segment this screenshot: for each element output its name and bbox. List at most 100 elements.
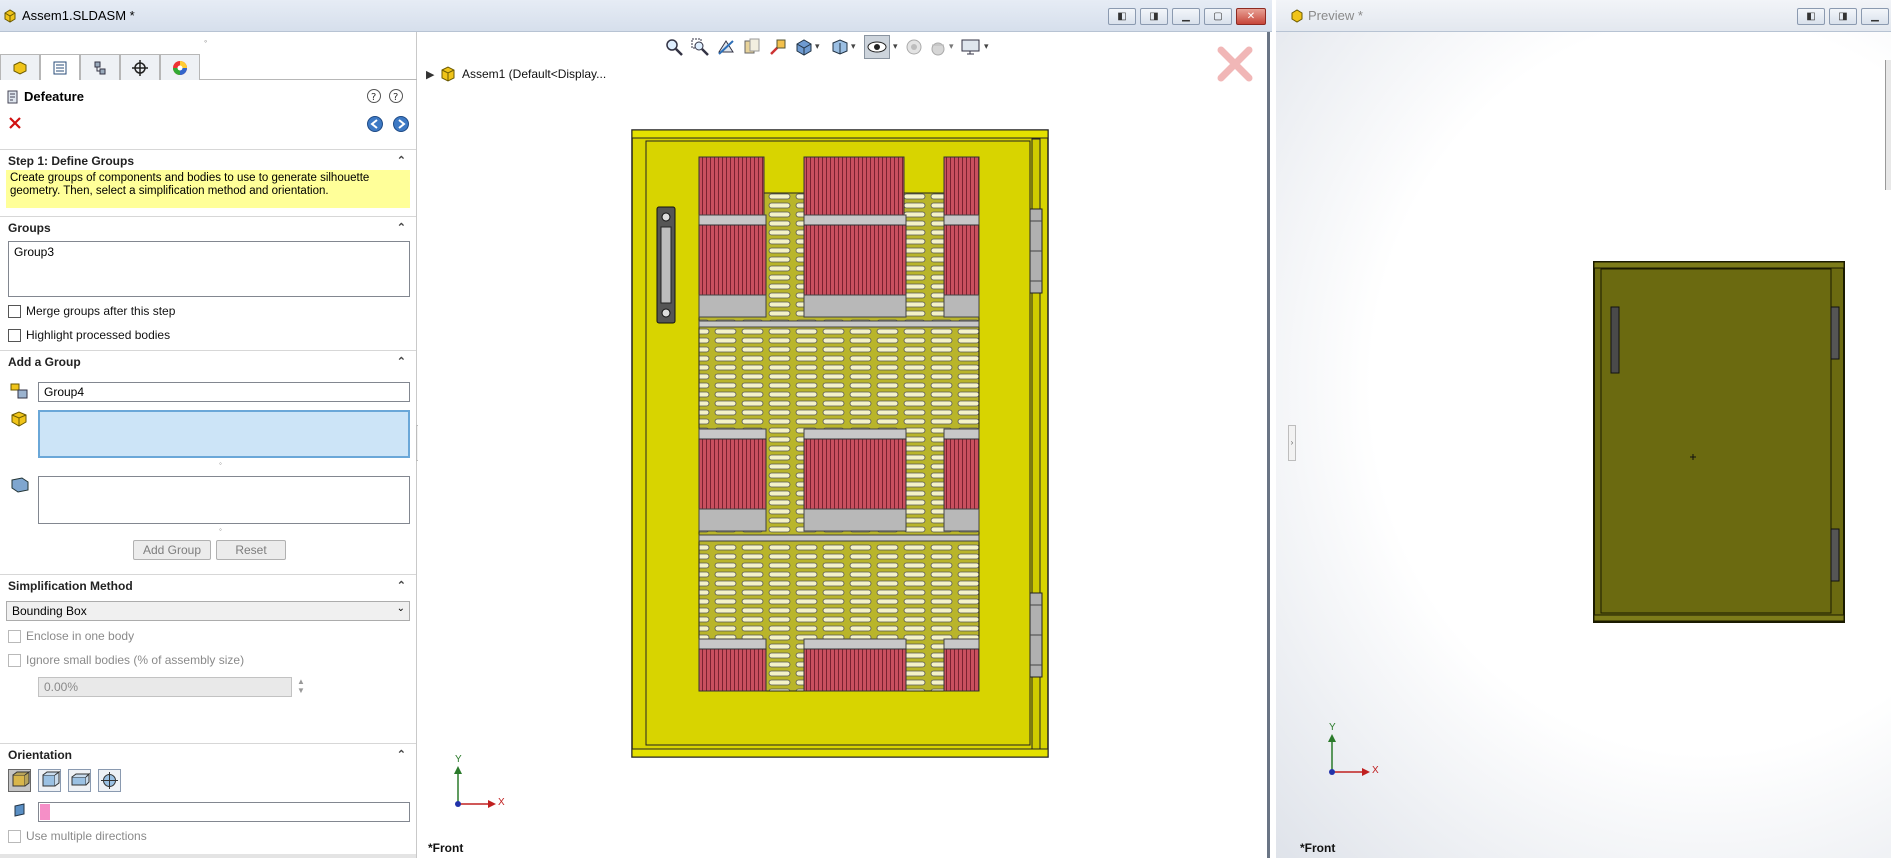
manager-tabs xyxy=(0,54,417,80)
groups-section-header[interactable]: Groups ⌃ xyxy=(0,216,416,238)
tree-expand-arrow[interactable]: ▶ xyxy=(426,68,434,81)
svg-text:?: ? xyxy=(371,92,376,103)
view-orientation-icon[interactable] xyxy=(794,37,814,57)
confirmation-cancel-icon[interactable] xyxy=(1215,44,1255,84)
highlight-bodies-label: Highlight processed bodies xyxy=(26,328,171,342)
dynamic-annotation-icon[interactable] xyxy=(768,37,788,57)
groups-list[interactable]: Group3 xyxy=(8,241,410,297)
chevron-down-icon[interactable]: ▾ xyxy=(851,41,856,52)
display-style-icon[interactable] xyxy=(830,37,850,57)
main-window-controls: ◧ ◨ ▁ ▢ ✕ xyxy=(1108,8,1266,25)
previous-view-icon[interactable] xyxy=(716,37,736,57)
simplification-method-select[interactable]: Bounding Box ⌄ xyxy=(6,601,410,621)
reset-button[interactable]: Reset xyxy=(216,540,286,560)
percent-spinner[interactable]: ▲ ▼ xyxy=(295,677,307,697)
ignore-small-bodies-checkbox[interactable]: Ignore small bodies (% of assembly size) xyxy=(8,653,244,667)
zoom-to-fit-icon[interactable] xyxy=(664,37,684,57)
back-arrow-icon[interactable] xyxy=(366,115,384,133)
cabinet-model[interactable] xyxy=(631,129,1049,758)
preview-bounding-box-model[interactable] xyxy=(1593,261,1845,623)
components-selection-box[interactable] xyxy=(38,410,410,458)
orientation-top-icon[interactable] xyxy=(38,769,61,792)
chevron-down-icon: ⌄ xyxy=(396,603,405,614)
step1-header-label: Step 1: Define Groups xyxy=(8,154,135,168)
tile-right-button[interactable]: ◨ xyxy=(1140,8,1168,25)
tile-right-button[interactable]: ◨ xyxy=(1829,8,1857,25)
hide-show-items-icon[interactable] xyxy=(864,35,890,59)
add-group-button[interactable]: Add Group xyxy=(133,540,211,560)
minimize-button[interactable]: ▁ xyxy=(1172,8,1200,25)
merge-groups-checkbox[interactable]: Merge groups after this step xyxy=(8,304,175,318)
orientation-custom-icon[interactable] xyxy=(98,769,121,792)
view-settings-icon[interactable] xyxy=(960,37,982,57)
bodies-selection-icon xyxy=(11,477,29,493)
help-icon[interactable]: ? xyxy=(388,88,404,104)
tab-configuration-manager[interactable] xyxy=(80,54,120,80)
view-name-label: *Front xyxy=(428,841,464,855)
collapse-chevron-icon: ⌃ xyxy=(396,356,406,368)
axis-y-label: Y xyxy=(1329,722,1336,733)
panel-splitter-grip[interactable]: ◦ xyxy=(204,36,207,46)
ignore-small-bodies-label: Ignore small bodies (% of assembly size) xyxy=(26,653,245,667)
simplification-method-value: Bounding Box xyxy=(12,604,87,618)
checkbox-box[interactable] xyxy=(8,304,21,318)
groups-header-label: Groups xyxy=(8,221,51,235)
property-manager-panel: ◦ Defeature ? ? Step 1: Define Groups ⌃ C… xyxy=(0,32,417,858)
chevron-down-icon[interactable]: ▾ xyxy=(949,41,954,52)
preview-view-name-label: *Front xyxy=(1300,841,1336,855)
chevron-down-icon[interactable]: ▾ xyxy=(893,41,898,52)
graphics-viewport[interactable]: ▾ ▾ ▾ ▾ ▾ ▶ Assem1 (Default<Display... Y… xyxy=(418,32,1270,858)
axis-triad xyxy=(454,766,496,808)
tab-dimxpert-manager[interactable] xyxy=(120,54,160,80)
resize-grip[interactable]: ◦ xyxy=(219,525,222,534)
apply-scene-icon[interactable] xyxy=(928,37,948,57)
tab-property-manager[interactable] xyxy=(40,54,80,80)
resize-grip[interactable]: ◦ xyxy=(219,459,222,468)
direction-selection-box[interactable] xyxy=(38,802,410,822)
groups-list-item[interactable]: Group3 xyxy=(14,245,404,259)
enclose-one-body-checkbox[interactable]: Enclose in one body xyxy=(8,629,134,643)
preview-axis-triad xyxy=(1328,734,1370,776)
checkbox-box[interactable] xyxy=(8,328,21,342)
next-arrow-icon[interactable] xyxy=(392,115,410,133)
step1-section-header[interactable]: Step 1: Define Groups ⌃ xyxy=(0,149,416,171)
orientation-side-icon[interactable] xyxy=(68,769,91,792)
edit-appearance-icon[interactable] xyxy=(904,37,924,57)
close-button[interactable]: ✕ xyxy=(1236,8,1266,25)
orientation-section-header[interactable]: Orientation ⌃ xyxy=(0,743,416,765)
minimize-button[interactable]: ▁ xyxy=(1861,8,1889,25)
ignore-small-percent-input[interactable]: 0.00% xyxy=(38,677,292,697)
section-view-icon[interactable] xyxy=(742,37,762,57)
configuration-icon xyxy=(94,61,106,74)
whats-wrong-icon[interactable]: ? xyxy=(366,88,382,104)
assembly-icon xyxy=(4,9,16,23)
highlight-bodies-checkbox[interactable]: Highlight processed bodies xyxy=(8,328,170,342)
checkbox-box[interactable] xyxy=(8,829,21,843)
bodies-selection-box[interactable] xyxy=(38,476,410,524)
tile-left-button[interactable]: ◧ xyxy=(1108,8,1136,25)
orientation-front-icon[interactable] xyxy=(8,769,31,792)
checkbox-box[interactable] xyxy=(8,629,21,643)
tab-display-manager[interactable] xyxy=(160,54,200,80)
orientation-buttons xyxy=(8,769,121,792)
preview-right-toolbar[interactable] xyxy=(1885,60,1891,190)
group-name-icon xyxy=(10,383,28,399)
door-handle[interactable] xyxy=(656,206,676,324)
chevron-down-icon[interactable]: ▾ xyxy=(815,41,820,52)
panel-bottom-scrollbar[interactable] xyxy=(0,854,416,858)
tree-root-label[interactable]: Assem1 (Default<Display... xyxy=(462,67,606,81)
preview-side-grip[interactable]: › xyxy=(1288,425,1296,461)
assembly-icon xyxy=(441,66,455,82)
add-group-section-header[interactable]: Add a Group ⌃ xyxy=(0,350,416,372)
simplification-section-header[interactable]: Simplification Method ⌃ xyxy=(0,574,416,596)
tab-feature-manager[interactable] xyxy=(0,54,40,80)
multiple-directions-checkbox[interactable]: Use multiple directions xyxy=(8,829,147,843)
chevron-down-icon[interactable]: ▾ xyxy=(984,41,989,52)
checkbox-box[interactable] xyxy=(8,653,21,667)
maximize-button[interactable]: ▢ xyxy=(1204,8,1232,25)
components-selection-icon xyxy=(11,411,27,427)
cancel-x-icon[interactable] xyxy=(8,116,22,130)
tile-left-button[interactable]: ◧ xyxy=(1797,8,1825,25)
group-name-input[interactable]: Group4 xyxy=(38,382,410,402)
zoom-to-area-icon[interactable] xyxy=(690,37,710,57)
